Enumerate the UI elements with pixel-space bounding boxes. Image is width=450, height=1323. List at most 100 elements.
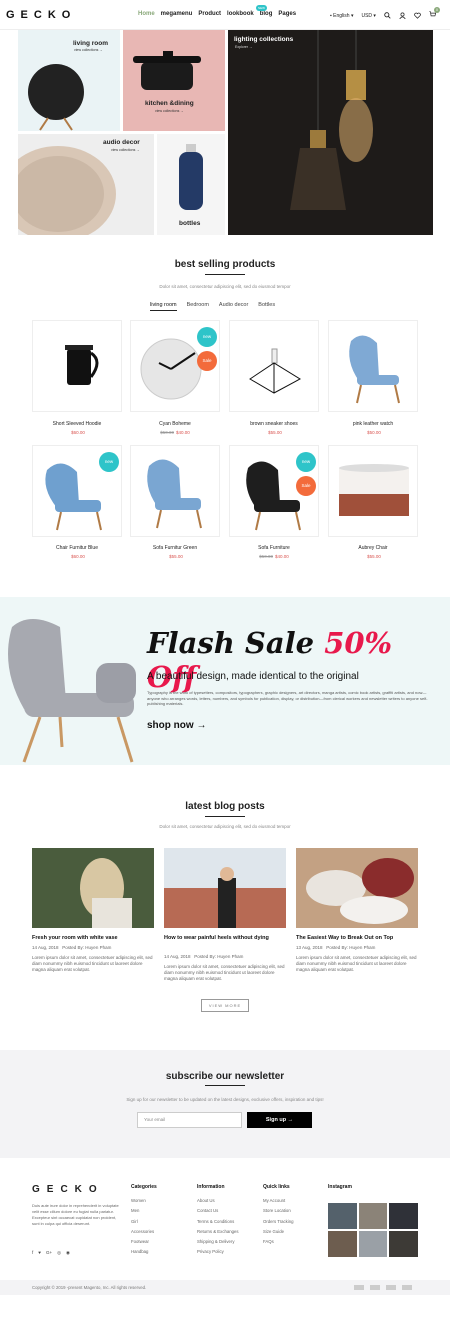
man-in-city-photo xyxy=(164,848,286,928)
blog-image[interactable] xyxy=(32,848,154,928)
footer-link[interactable]: Women xyxy=(131,1196,157,1206)
instagram-icon[interactable]: ◎ xyxy=(57,1250,61,1256)
nav-blog[interactable]: blog xyxy=(260,11,273,17)
instagram-photo[interactable] xyxy=(389,1231,418,1257)
footer-link[interactable]: Terms & Conditions xyxy=(197,1217,239,1227)
tab-bedroom[interactable]: Bedroom xyxy=(187,302,209,311)
blog-post-excerpt: Lorem ipsum dolor sit amet, consectetuer… xyxy=(32,955,153,972)
banner-audio-link[interactable]: view collections → xyxy=(111,148,140,152)
product-card[interactable] xyxy=(328,320,418,412)
nav-pages[interactable]: Pages xyxy=(278,11,296,17)
cart-button[interactable]: 0 xyxy=(429,7,440,20)
footer-link[interactable]: Privacy Policy xyxy=(197,1247,239,1257)
nav-megamenu[interactable]: megamenu xyxy=(161,11,193,17)
footer-link[interactable]: Men xyxy=(131,1206,157,1216)
banner-living-link[interactable]: view collections → xyxy=(74,48,103,52)
footer-link[interactable]: Store Location xyxy=(263,1206,294,1216)
product-card[interactable]: new Sale xyxy=(229,445,319,537)
product-card[interactable] xyxy=(328,445,418,537)
instagram-photo[interactable] xyxy=(358,1203,388,1229)
site-logo[interactable]: GECKO xyxy=(6,9,76,21)
view-more-button[interactable]: VIEW MORE xyxy=(201,999,249,1012)
footer-logo[interactable]: GECKO xyxy=(32,1184,104,1195)
product-price: $55.00 xyxy=(125,554,225,559)
blog-image[interactable] xyxy=(164,848,286,928)
blog-image[interactable] xyxy=(296,848,418,928)
payment-icons xyxy=(354,1285,412,1290)
product-name[interactable]: Chair Furnitur Blue xyxy=(27,545,127,551)
product-name[interactable]: Sofa Furnitur Green xyxy=(125,545,225,551)
signup-button[interactable]: Sign up → xyxy=(247,1112,312,1128)
tab-bottles[interactable]: Bottles xyxy=(258,302,275,311)
title-underline xyxy=(205,816,245,817)
nav-product[interactable]: Product xyxy=(198,11,221,17)
title-underline xyxy=(205,274,245,275)
product-name[interactable]: pink leather watch xyxy=(323,421,423,427)
newsletter-title: subscribe our newsletter xyxy=(165,1071,285,1082)
nav-lookbook[interactable]: lookbook xyxy=(227,11,254,17)
footer-link[interactable]: Orders Tracking xyxy=(263,1217,294,1227)
twitter-icon[interactable]: ♥ xyxy=(38,1250,41,1256)
banner-audio-title: audio decor xyxy=(103,139,140,146)
cart-count: 0 xyxy=(433,7,440,13)
nav-home[interactable]: Home xyxy=(138,11,155,17)
banner-lighting[interactable]: lighting collections Explorer → xyxy=(228,30,433,235)
blog-post-date: 13 Aug, 2018 xyxy=(296,945,323,950)
product-name[interactable]: Aubrey Chair xyxy=(323,545,423,551)
currency-select[interactable]: USD ▾ xyxy=(361,13,375,19)
tab-living-room[interactable]: living room xyxy=(150,302,177,311)
user-icon[interactable] xyxy=(399,12,406,19)
blue-armchair-image xyxy=(147,459,202,529)
banner-lighting-link[interactable]: Explorer → xyxy=(235,45,253,49)
instagram-photo[interactable] xyxy=(328,1231,357,1257)
blog-post-author: Posted By: Huyen Pham xyxy=(194,954,244,959)
blog-post-meta: 13 Aug, 2018 Posted By: Huyen Pham xyxy=(296,945,375,950)
footer-link[interactable]: Shipping & Delivery xyxy=(197,1237,239,1247)
footer-link[interactable]: Accessories xyxy=(131,1227,157,1237)
google-plus-icon[interactable]: G+ xyxy=(46,1250,52,1256)
product-name[interactable]: Sofa Furniture xyxy=(224,545,324,551)
footer-link[interactable]: Handbag xyxy=(131,1247,157,1257)
email-input[interactable]: Your email xyxy=(137,1112,242,1128)
footer-link[interactable]: Contact Us xyxy=(197,1206,239,1216)
product-card[interactable]: new Sale xyxy=(130,320,220,412)
banner-bottles[interactable]: bottles xyxy=(157,134,225,235)
tab-audio-decor[interactable]: Audio decor xyxy=(219,302,248,311)
banner-living-room[interactable]: living room view collections → xyxy=(18,30,120,131)
footer-link[interactable]: About Us xyxy=(197,1196,239,1206)
blog-title: latest blog posts xyxy=(185,801,265,812)
blog-post-title[interactable]: The Easiest Way to Break Out on Top xyxy=(296,935,418,941)
product-price: $50.00 xyxy=(323,430,423,435)
banner-kitchen-link[interactable]: view collections → xyxy=(155,109,184,113)
product-card[interactable]: new xyxy=(32,445,122,537)
footer-link[interactable]: My Account xyxy=(263,1196,294,1206)
footer-link[interactable]: FAQs xyxy=(263,1237,294,1247)
banner-audio-decor[interactable]: audio decor view collections → xyxy=(18,134,154,235)
pinterest-icon[interactable]: ◉ xyxy=(66,1250,70,1256)
footer-link[interactable]: Size Guide xyxy=(263,1227,294,1237)
product-card[interactable] xyxy=(229,320,319,412)
instagram-photo[interactable] xyxy=(328,1203,357,1229)
instagram-photo[interactable] xyxy=(389,1203,418,1229)
footer-link[interactable]: Girl xyxy=(131,1217,157,1227)
instagram-photo[interactable] xyxy=(358,1231,388,1257)
blog-post-title[interactable]: Fresh your room with white vase xyxy=(32,935,154,941)
footer-link[interactable]: Returns & Exchanges xyxy=(197,1227,239,1237)
product-card[interactable] xyxy=(32,320,122,412)
heart-icon[interactable] xyxy=(414,12,421,19)
search-icon[interactable] xyxy=(384,12,391,19)
product-card[interactable] xyxy=(130,445,220,537)
banner-kitchen[interactable]: kitchen &dining view collections → xyxy=(123,30,225,131)
language-select[interactable]: ▪ English ▾ xyxy=(330,13,353,19)
blog-post-excerpt: Lorem ipsum dolor sit amet, consectetuer… xyxy=(164,964,285,981)
shop-now-button[interactable]: shop now → xyxy=(147,720,206,731)
facebook-icon[interactable]: f xyxy=(32,1250,33,1256)
footer-link[interactable]: Footwear xyxy=(131,1237,157,1247)
product-name[interactable]: Cyan Boheme xyxy=(125,421,225,427)
product-tabs: living room Bedroom Audio decor Bottles xyxy=(150,302,275,311)
blog-post-title[interactable]: How to wear painful heels without dying xyxy=(164,935,286,941)
product-name[interactable]: brown sneaker shoes xyxy=(224,421,324,427)
copyright-text: Copyright © 2019 -present Magento, Inc. … xyxy=(32,1285,147,1290)
product-name[interactable]: Short Sleeved Hoodie xyxy=(27,421,127,427)
amex-icon xyxy=(402,1285,412,1290)
